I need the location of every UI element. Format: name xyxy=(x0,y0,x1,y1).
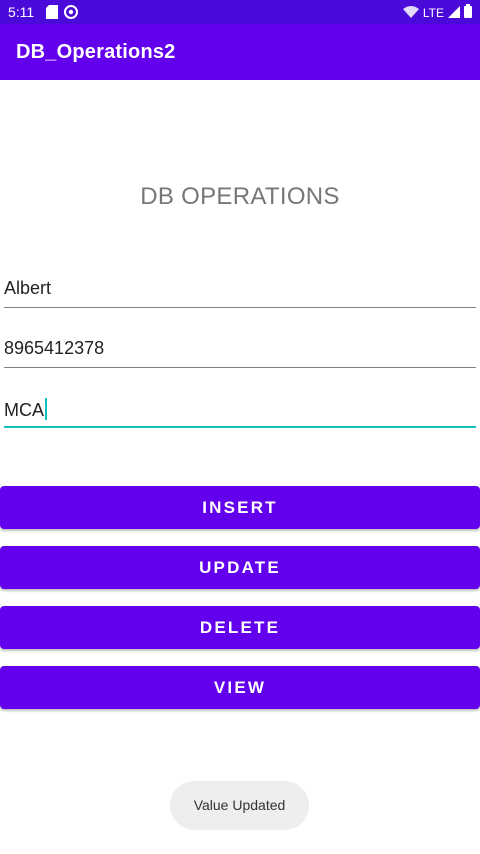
wifi-icon xyxy=(402,5,419,21)
insert-button[interactable]: INSERT xyxy=(0,486,480,529)
app-bar: DB_Operations2 xyxy=(0,24,480,80)
name-field[interactable]: Albert xyxy=(4,272,476,308)
sync-icon xyxy=(64,5,78,22)
page-heading: DB OPERATIONS xyxy=(140,183,340,210)
sd-card-icon xyxy=(46,5,58,22)
course-field[interactable]: MCA xyxy=(4,392,476,428)
text-cursor xyxy=(45,398,47,420)
network-type: LTE xyxy=(422,5,444,20)
status-time: 5:11 xyxy=(8,4,35,20)
delete-button[interactable]: DELETE xyxy=(0,606,480,649)
update-button[interactable]: UPDATE xyxy=(0,546,480,589)
name-field-value: Albert xyxy=(4,278,52,298)
view-button[interactable]: VIEW xyxy=(0,666,480,709)
app-title: DB_Operations2 xyxy=(16,41,176,63)
course-field-value: MCA xyxy=(4,400,44,420)
battery-icon xyxy=(464,4,472,21)
toast-message: Value Updated xyxy=(170,781,309,830)
signal-icon xyxy=(448,5,460,21)
status-bar: 5:11 LTE xyxy=(0,0,480,24)
phone-field-value: 8965412378 xyxy=(4,338,105,358)
phone-field[interactable]: 8965412378 xyxy=(4,332,476,368)
